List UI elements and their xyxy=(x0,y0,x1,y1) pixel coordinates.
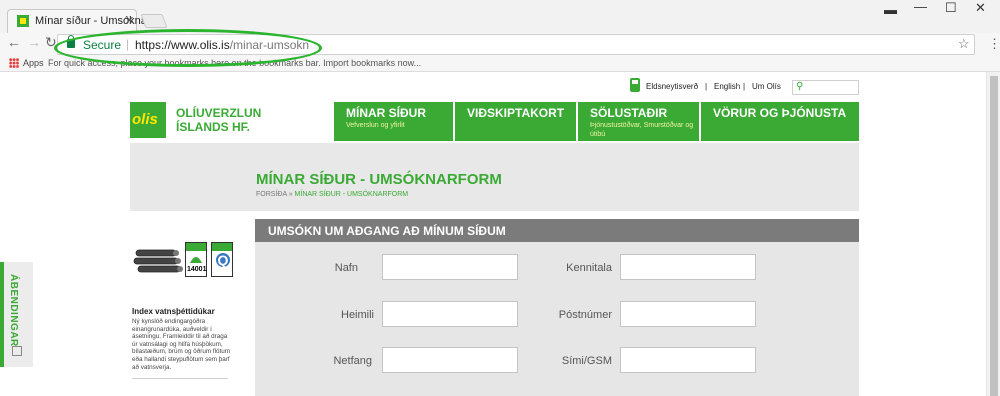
tab-close-icon[interactable]: ✕ xyxy=(125,14,134,27)
quality-badge: Q xyxy=(211,242,233,277)
english-link[interactable]: English xyxy=(714,82,740,91)
name-field[interactable] xyxy=(382,254,518,280)
side-divider xyxy=(132,378,228,379)
form-header: UMSÓKN UM AÐGANG AÐ MÍNUM SÍÐUM xyxy=(255,219,859,242)
fuel-price-link[interactable]: Eldsneytisverð xyxy=(646,82,698,91)
new-tab-button[interactable] xyxy=(140,14,168,28)
name-label: Nafn xyxy=(334,262,358,274)
iso-14001-badge: 14001 xyxy=(185,242,207,277)
minimize-icon[interactable]: — xyxy=(914,0,927,14)
breadcrumb-home[interactable]: FORSÍÐA xyxy=(256,191,287,198)
address-label: Heimili xyxy=(341,309,374,321)
postcode-label: Póstnúmer xyxy=(558,309,612,321)
logo-line1: OLÍUVERZLUN xyxy=(176,106,262,120)
maximize-icon[interactable]: ☐ xyxy=(945,0,957,16)
logo-mark: olis xyxy=(132,111,158,128)
annotation-oval xyxy=(54,29,322,67)
feedback-tab[interactable]: ÁBENDINGAR xyxy=(0,262,33,367)
close-window-icon[interactable]: ✕ xyxy=(975,0,986,16)
apps-grid-icon[interactable] xyxy=(9,58,19,68)
side-title[interactable]: Index vatnsþéttidúkar xyxy=(132,307,215,316)
phone-field[interactable] xyxy=(620,347,756,373)
nav-solustadir[interactable]: SÖLUSTAÐIR Þjónustustöðvar, Smurstöðvar … xyxy=(578,102,700,141)
email-field[interactable] xyxy=(382,347,518,373)
nav-main-label: VIÐSKIPTAKORT xyxy=(467,106,565,120)
postcode-field[interactable] xyxy=(620,301,756,327)
back-icon[interactable]: ← xyxy=(7,34,21,50)
cert-number: 14001 xyxy=(187,266,207,273)
address-field[interactable] xyxy=(382,301,518,327)
forward-icon[interactable]: → xyxy=(27,34,41,50)
search-input[interactable]: ⚲ xyxy=(792,80,859,95)
breadcrumb-sep: » xyxy=(288,191,293,198)
user-icon[interactable]: ▬ xyxy=(884,2,897,17)
about-link[interactable]: Um Olís xyxy=(752,82,781,91)
nav-minar-sidur[interactable]: MÍNAR SÍÐUR Vefverslun og yfirlit xyxy=(334,102,454,141)
form-heading: UMSÓKN UM AÐGANG AÐ MÍNUM SÍÐUM xyxy=(268,224,506,238)
nav-main-label: VÖRUR OG ÞJÓNUSTA xyxy=(713,106,847,120)
fuel-pump-icon xyxy=(630,78,640,92)
search-icon[interactable]: ⚲ xyxy=(796,81,803,92)
nav-vorur-og-thjonusta[interactable]: VÖRUR OG ÞJÓNUSTA xyxy=(701,102,859,141)
bookmark-star-icon[interactable]: ☆ xyxy=(958,36,970,52)
side-text: Ný kynslóð endingargóðra einangrunardúka… xyxy=(132,318,230,371)
breadcrumb-current: MÍNAR SÍÐUR - UMSÓKNARFORM xyxy=(294,191,409,198)
page-hero: MÍNAR SÍÐUR - UMSÓKNARFORM FORSÍÐA » MÍN… xyxy=(130,143,859,211)
logo-line2: ÍSLANDS HF. xyxy=(176,120,251,134)
kennitala-label: Kennitala xyxy=(566,262,612,274)
nav-sub-label: Vefverslun og yfirlit xyxy=(346,122,405,129)
nav-main-label: SÖLUSTAÐIR xyxy=(590,106,668,120)
browser-tab[interactable]: Mínar síður - Umsóknar ✕ xyxy=(7,9,151,33)
site-favicon-icon xyxy=(17,15,29,27)
topbar-separator: | xyxy=(743,82,746,91)
scrollbar[interactable] xyxy=(986,72,1000,396)
olis-logo[interactable]: olis xyxy=(130,102,166,138)
kennitala-field[interactable] xyxy=(620,254,756,280)
email-label: Netfang xyxy=(333,355,372,367)
product-rolls-image xyxy=(133,249,183,273)
scrollbar-thumb[interactable] xyxy=(990,76,998,396)
nav-vidskiptakort[interactable]: VIÐSKIPTAKORT xyxy=(455,102,577,141)
topbar-separator: | xyxy=(705,82,708,91)
apps-label[interactable]: Apps xyxy=(23,58,44,68)
nav-sub-label: Þjónustustöðvar, Smurstöðvar og útibú xyxy=(590,122,694,138)
nav-main-label: MÍNAR SÍÐUR xyxy=(346,106,426,120)
edit-icon xyxy=(12,346,22,356)
menu-icon[interactable]: ⋮ xyxy=(988,36,1000,52)
breadcrumb: FORSÍÐA » MÍNAR SÍÐUR - UMSÓKNARFORM xyxy=(256,191,408,198)
page-title: MÍNAR SÍÐUR - UMSÓKNARFORM xyxy=(256,171,502,188)
phone-label: Sími/GSM xyxy=(561,355,612,367)
feedback-label: ÁBENDINGAR xyxy=(8,274,19,347)
